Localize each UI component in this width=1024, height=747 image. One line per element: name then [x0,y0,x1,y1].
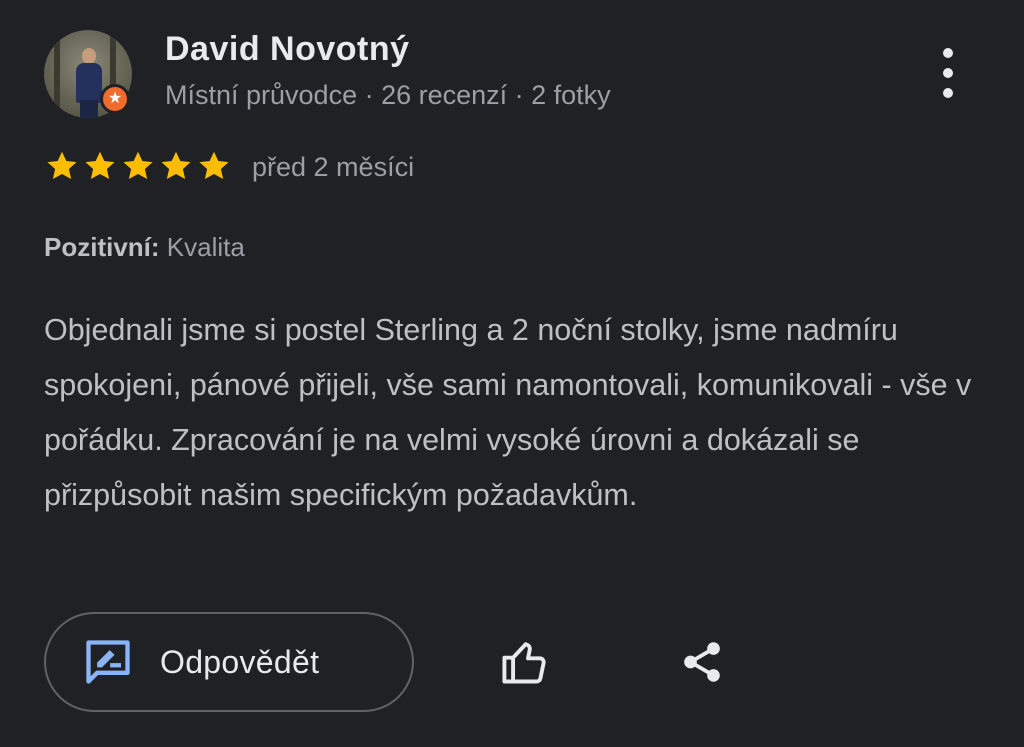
reply-button-label: Odpovědět [160,643,320,680]
star-icon [161,151,191,180]
attribute-value: Kvalita [166,232,245,262]
attribute-label: Pozitivní: [44,232,160,262]
review-date: před 2 měsíci [252,152,415,182]
reply-button[interactable]: Odpovědět [44,612,414,712]
review-attributes: Pozitivní: Kvalita [44,232,245,263]
review-text: Objednali jsme si postel Sterling a 2 no… [44,313,972,512]
rate-review-icon [86,640,130,684]
star-icon [85,151,115,180]
reviewer-name[interactable]: David Novotný [165,30,410,69]
more-vert-icon[interactable] [928,48,968,98]
share-icon [684,642,720,682]
like-button[interactable] [495,632,555,692]
star-icon [123,151,153,180]
star-rating [44,148,232,184]
thumb-up-icon [502,642,546,684]
local-guide-star-icon: ★ [100,84,130,114]
star-icon [199,151,229,180]
share-button[interactable] [672,632,732,692]
reviewer-meta[interactable]: Místní průvodce · 26 recenzí · 2 fotky [165,80,611,111]
star-icon [47,151,77,180]
